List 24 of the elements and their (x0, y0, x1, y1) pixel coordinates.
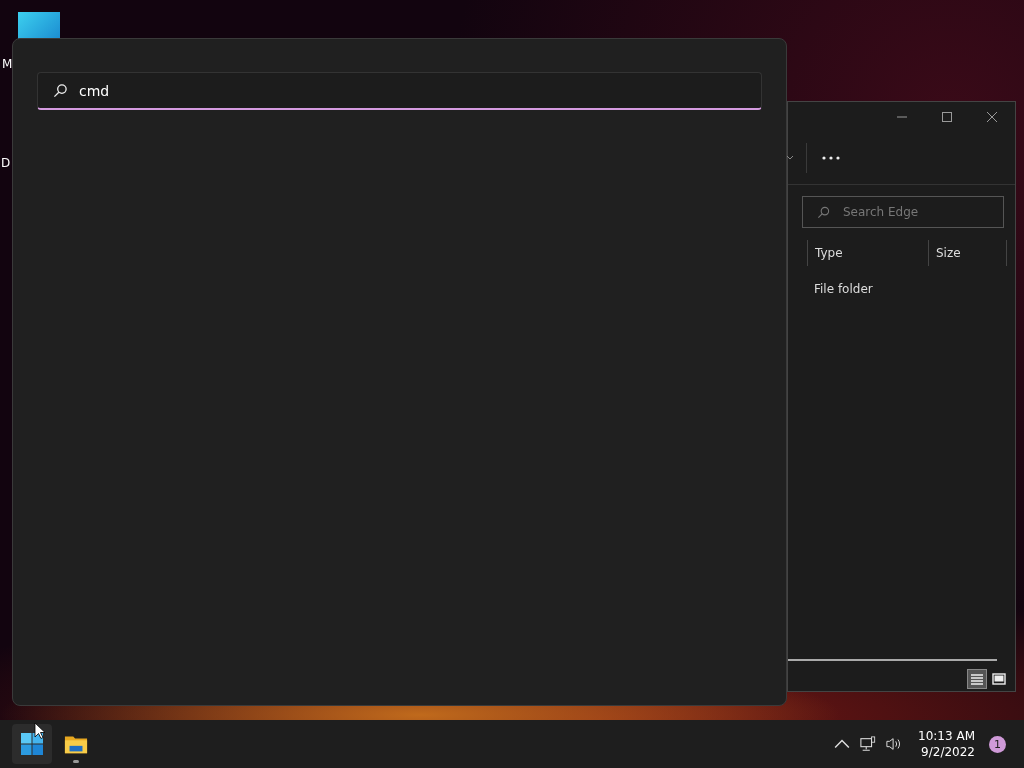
table-cell: File folder (814, 282, 873, 296)
list-icon (970, 673, 984, 685)
search-icon (53, 83, 68, 98)
scroll-bar[interactable] (788, 659, 997, 661)
search-icon (817, 206, 830, 219)
more-icon[interactable] (822, 156, 840, 160)
speaker-icon[interactable] (886, 736, 903, 752)
search-field[interactable]: Search Edge (802, 196, 1004, 228)
network-icon[interactable] (860, 736, 877, 752)
details-view-button[interactable] (967, 669, 987, 689)
desktop-icon-label[interactable]: D (1, 156, 11, 170)
cursor-icon (34, 722, 46, 740)
column-header[interactable]: Type (807, 240, 928, 266)
clock-date[interactable]: 9/2/2022 (921, 744, 975, 760)
notification-badge[interactable]: 1 (989, 735, 1006, 753)
column-header[interactable]: Size (928, 240, 1007, 266)
chevron-icon[interactable] (786, 155, 794, 161)
search-field[interactable]: cmd (37, 72, 762, 110)
clock-time[interactable]: 10:13 AM (918, 728, 975, 744)
window-icon (992, 673, 1006, 685)
close-icon[interactable] (986, 111, 998, 123)
four-squares-icon (20, 732, 44, 756)
desktop-icon-label[interactable]: M (2, 57, 13, 71)
maximize-icon[interactable] (941, 111, 953, 123)
